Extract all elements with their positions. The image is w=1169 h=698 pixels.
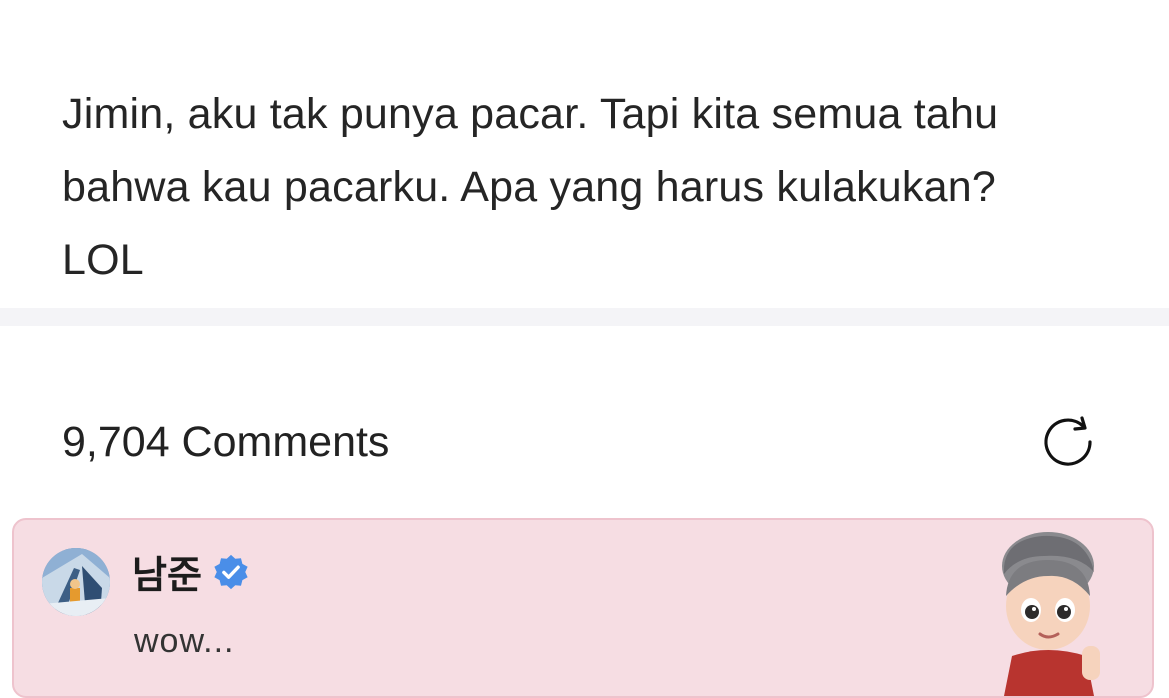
- refresh-button[interactable]: [1036, 410, 1100, 474]
- post-body: Jimin, aku tak punya pacar. Tapi kita se…: [62, 78, 1142, 297]
- avatar[interactable]: [42, 548, 110, 616]
- cartoon-character-sticker: [1002, 532, 1100, 696]
- post-text-line: LOL: [62, 236, 144, 284]
- refresh-icon: [1044, 416, 1092, 466]
- post-text-line: bahwa kau pacarku. Apa yang harus kulaku…: [62, 163, 996, 211]
- comment-text: wow...: [134, 622, 235, 660]
- section-divider: [0, 308, 1169, 326]
- comment-author-row: 남준: [132, 544, 250, 599]
- profile-photo: [42, 548, 110, 616]
- comment-author[interactable]: 남준: [132, 544, 202, 599]
- verified-badge-icon: [214, 554, 248, 589]
- post-text-line: Jimin, aku tak punya pacar. Tapi kita se…: [62, 90, 999, 138]
- comment-card[interactable]: 남준 wow...: [12, 518, 1154, 698]
- comments-count: 9,704 Comments: [62, 418, 390, 466]
